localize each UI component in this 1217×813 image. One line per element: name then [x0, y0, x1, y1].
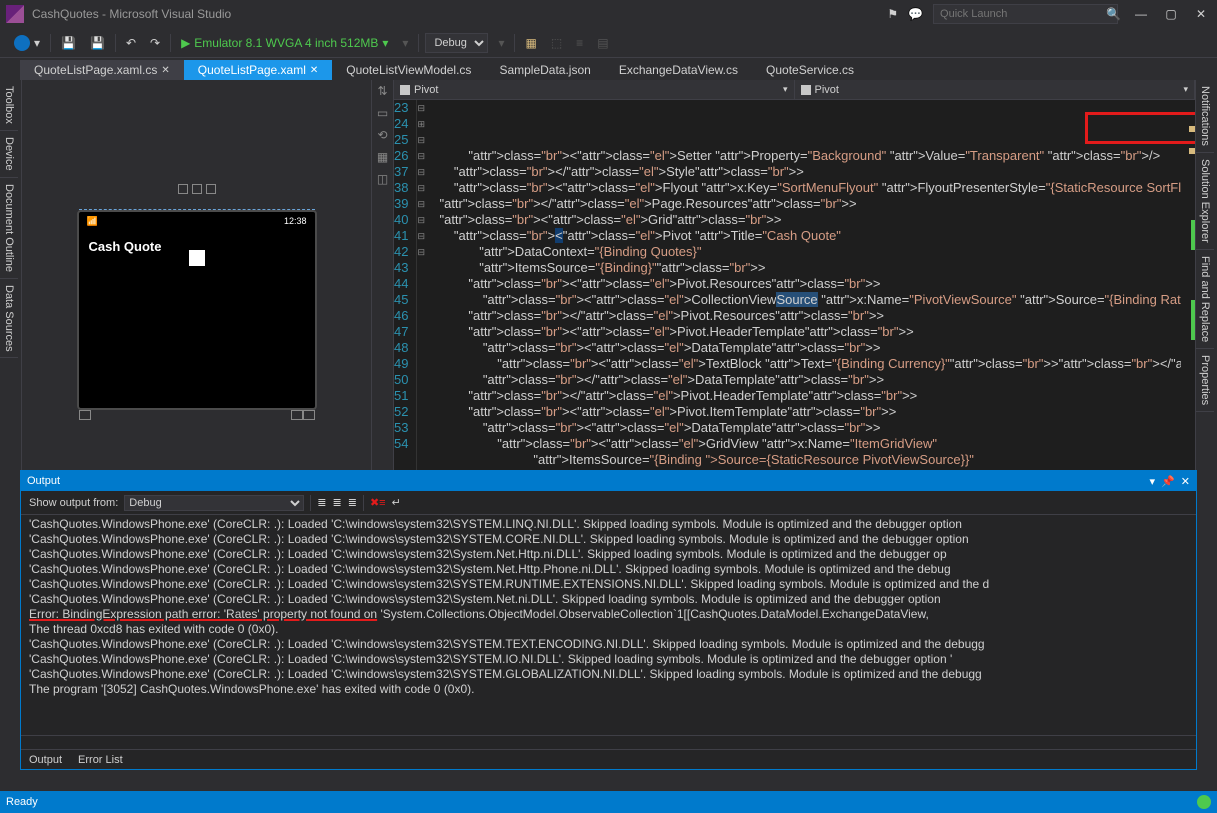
maximize-button[interactable]: ▢	[1161, 7, 1181, 21]
nav-back-button[interactable]: ▾	[10, 33, 44, 53]
device-placeholder-icon	[189, 250, 205, 266]
tool-tab[interactable]: Properties	[1196, 349, 1214, 412]
panel-tab[interactable]: Error List	[70, 752, 131, 768]
output-dropdown-icon[interactable]: ▾	[1150, 475, 1156, 488]
code-nav-left[interactable]: Pivot▾	[394, 80, 795, 99]
code-area[interactable]: 23 24 25 26 37 38 39 40 41 42 43 44 45 4…	[394, 100, 1195, 470]
vs-logo-icon	[6, 5, 24, 23]
status-text: Ready	[6, 796, 38, 808]
signal-icon: 📶	[87, 216, 98, 227]
tool-button-3: ▤	[593, 34, 612, 52]
output-tool-2[interactable]: ≣	[333, 496, 342, 509]
document-tab[interactable]: QuoteListPage.xaml✕	[184, 60, 332, 80]
output-from-label: Show output from:	[29, 497, 118, 509]
document-tab[interactable]: SampleData.json	[485, 60, 604, 80]
platform-select[interactable]: ▾	[494, 34, 508, 52]
panel-tab[interactable]: Output	[21, 752, 70, 768]
device-statusbar: 📶 12:38	[79, 212, 315, 231]
feedback-icon[interactable]: 💬	[908, 7, 923, 21]
output-pin-icon[interactable]: 📌	[1161, 475, 1175, 488]
tool-tab[interactable]: Notifications	[1196, 80, 1214, 153]
main-toolbar: ▾ 💾 💾 ↶ ↷ ▶ Emulator 8.1 WVGA 4 inch 512…	[0, 28, 1217, 58]
title-bar: CashQuotes - Microsoft Visual Studio ⚑ 💬…	[0, 0, 1217, 28]
output-header[interactable]: Output ▾ 📌 ✕	[21, 471, 1196, 491]
step-button-1[interactable]: ▦	[521, 34, 540, 52]
output-from-select[interactable]: Debug	[124, 495, 304, 511]
tool-tab[interactable]: Device	[0, 131, 18, 178]
status-ok-icon	[1197, 795, 1211, 809]
output-close-icon[interactable]: ✕	[1181, 475, 1190, 488]
window-title: CashQuotes - Microsoft Visual Studio	[32, 7, 887, 21]
minimize-button[interactable]: —	[1131, 7, 1151, 21]
swap-panes-icon[interactable]: ⇅	[377, 84, 387, 98]
tool-tab[interactable]: Find and Replace	[1196, 250, 1214, 349]
tool-tab[interactable]: Document Outline	[0, 178, 18, 279]
designer-panel: 📶 12:38 Cash Quote	[22, 80, 372, 470]
document-tab[interactable]: ExchangeDataView.cs	[605, 60, 752, 80]
document-tabs: QuoteListPage.xaml.cs✕QuoteListPage.xaml…	[0, 58, 1217, 80]
tool-tab[interactable]: Solution Explorer	[1196, 153, 1214, 250]
output-tool-3[interactable]: ≣	[348, 496, 357, 509]
code-editor: Pivot▾ Pivot▾ 23 24 25 26 37 38 39 40 41…	[394, 80, 1195, 470]
start-options[interactable]: ▾	[398, 34, 412, 52]
tool-button-1: ⬚	[547, 34, 566, 52]
left-tool-tabs: ToolboxDeviceDocument OutlineData Source…	[0, 80, 22, 470]
save-button[interactable]: 💾	[57, 34, 80, 52]
sync-icon[interactable]: ⟲	[377, 128, 387, 142]
right-tool-tabs: NotificationsSolution ExplorerFind and R…	[1195, 80, 1217, 470]
document-tab[interactable]: QuoteService.cs	[752, 60, 868, 80]
save-all-button[interactable]: 💾	[86, 34, 109, 52]
output-clear-icon[interactable]: ✖≡	[370, 496, 386, 509]
grid-icon[interactable]: ▦	[377, 150, 388, 164]
annotation-highlight	[1085, 112, 1195, 144]
output-scrollbar[interactable]	[21, 735, 1196, 749]
search-icon[interactable]: 🔍	[1106, 7, 1121, 21]
device-preview[interactable]: 📶 12:38 Cash Quote	[77, 210, 317, 410]
tool-tab[interactable]: Data Sources	[0, 279, 18, 359]
expand-icon[interactable]: ▭	[377, 106, 388, 120]
tool-button-2: ≡	[572, 34, 587, 52]
start-debug-button[interactable]: ▶ Emulator 8.1 WVGA 4 inch 512MB ▾	[177, 34, 392, 52]
device-time: 12:38	[284, 216, 307, 227]
output-log[interactable]: 'CashQuotes.WindowsPhone.exe' (CoreCLR: …	[21, 515, 1196, 735]
designer-vertical-toolbar: ⇅ ▭ ⟲ ▦ ◫	[372, 80, 394, 470]
output-panel: Output ▾ 📌 ✕ Show output from: Debug ≣ ≣…	[20, 470, 1197, 770]
document-tab[interactable]: QuoteListPage.xaml.cs✕	[20, 60, 184, 80]
code-overview-ruler[interactable]	[1181, 120, 1195, 470]
config-select[interactable]: Debug	[425, 33, 488, 53]
output-tool-1[interactable]: ≣	[317, 496, 326, 509]
split-icon[interactable]: ◫	[377, 172, 388, 186]
quick-launch-input[interactable]	[933, 4, 1118, 24]
tool-tab[interactable]: Toolbox	[0, 80, 18, 131]
output-wrap-icon[interactable]: ↵	[392, 496, 401, 509]
flag-icon[interactable]: ⚑	[887, 7, 898, 21]
undo-button[interactable]: ↶	[122, 34, 140, 52]
document-tab[interactable]: QuoteListViewModel.cs	[332, 60, 485, 80]
redo-button[interactable]: ↷	[146, 34, 164, 52]
status-bar: Ready	[0, 791, 1217, 813]
close-button[interactable]: ✕	[1191, 7, 1211, 21]
code-nav-right[interactable]: Pivot▾	[795, 80, 1196, 99]
